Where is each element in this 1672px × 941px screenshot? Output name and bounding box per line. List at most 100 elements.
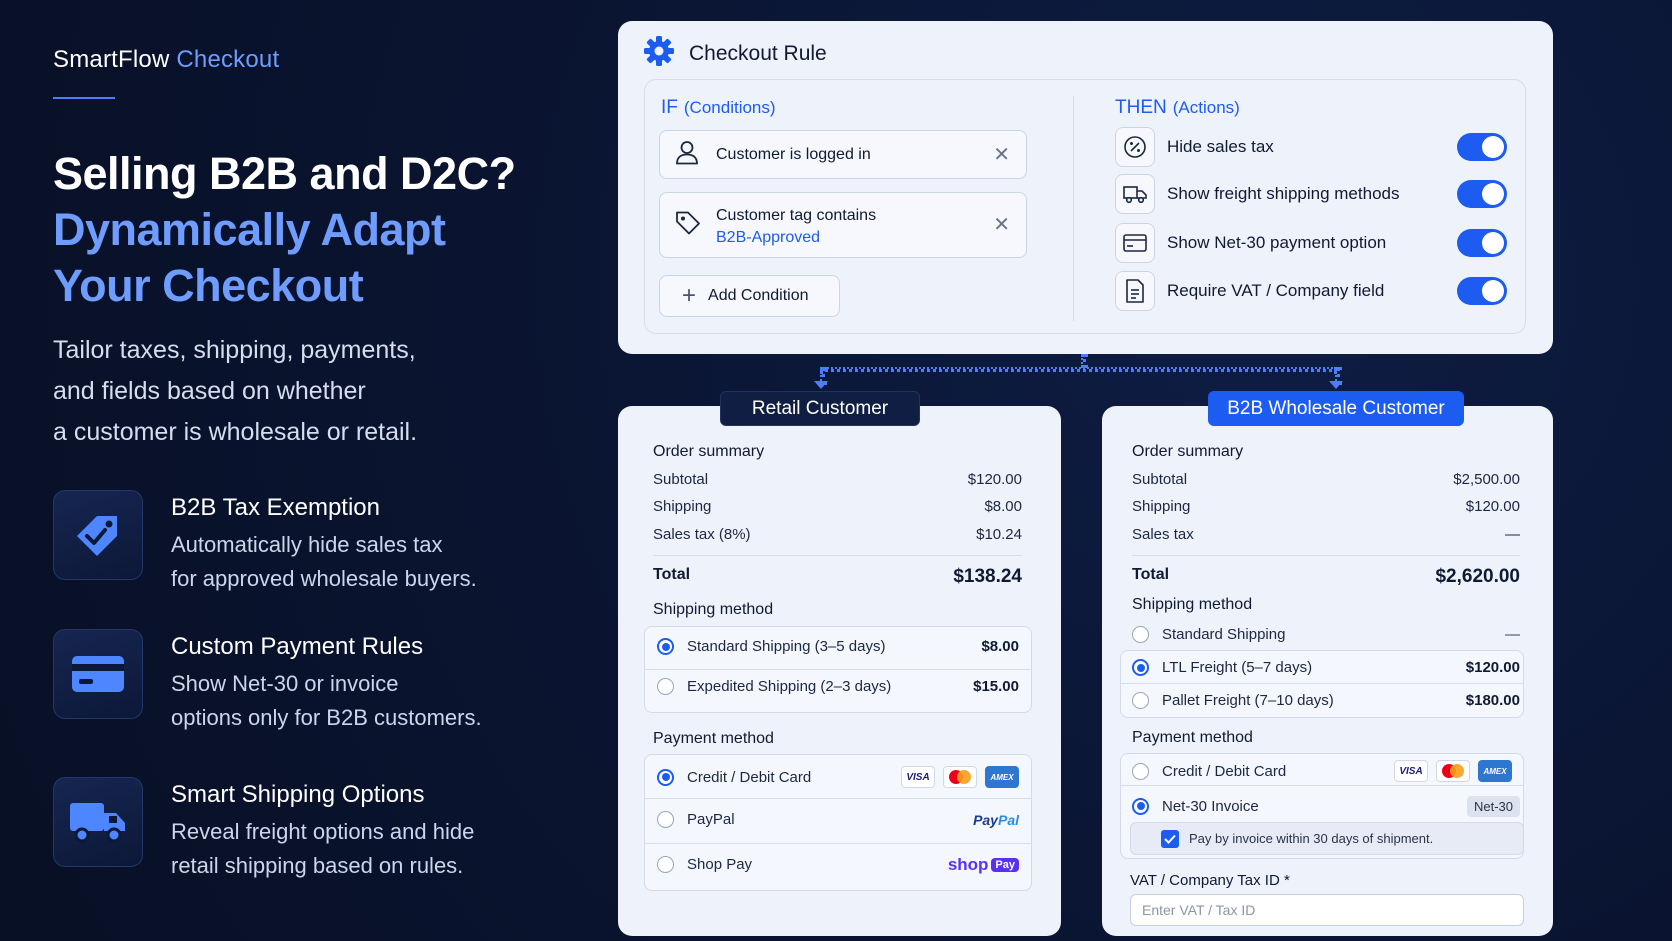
retail-customer-tab[interactable]: Retail Customer [720, 391, 920, 426]
paypal-logo-icon: PayPal [973, 812, 1019, 828]
radio-button[interactable] [657, 638, 674, 655]
column-divider [1073, 96, 1074, 321]
radio-button[interactable] [1132, 762, 1149, 780]
invoice-terms-checkbox[interactable]: Pay by invoice within 30 days of shipmen… [1130, 822, 1524, 855]
mastercard-icon [1436, 760, 1470, 782]
divider [1132, 555, 1520, 556]
b2b-checkout-card: Order summary Subtotal $2,500.00 Shipping… [1102, 406, 1553, 936]
tax-row: Sales tax (8%) $10.24 [653, 526, 1022, 543]
payment-method-heading: Payment method [1132, 729, 1253, 746]
subtitle-line-1: Tailor taxes, shipping, payments, [53, 336, 416, 364]
feature-desc: Automatically hide sales tax for approve… [171, 528, 501, 596]
checkmark-icon[interactable] [1161, 829, 1179, 848]
paypal-logo-text: Pay [973, 811, 998, 828]
then-label: THEN (Actions) [1115, 97, 1240, 119]
action-label: Show freight shipping methods [1167, 184, 1400, 203]
toggle-switch[interactable] [1457, 180, 1507, 208]
close-icon[interactable]: ✕ [993, 145, 1010, 165]
toggle-switch[interactable] [1457, 277, 1507, 305]
total-value: $138.24 [953, 566, 1022, 587]
row-value: $8.00 [984, 498, 1022, 515]
divider [653, 555, 1022, 556]
condition-tag[interactable]: Customer tag contains B2B-Approved ✕ [659, 192, 1027, 258]
truck-icon [53, 777, 143, 867]
row-value: $2,500.00 [1453, 471, 1520, 488]
divider [645, 798, 1031, 799]
divider [645, 669, 1031, 670]
radio-button[interactable] [1132, 626, 1149, 643]
shipping-option-standard[interactable]: Standard Shipping — [1132, 626, 1520, 643]
net30-badge: Net-30 [1466, 795, 1520, 817]
radio-button[interactable] [1132, 797, 1149, 815]
action-label: Require VAT / Company field [1167, 281, 1385, 300]
row-value: $120.00 [967, 471, 1022, 488]
card-logos: VISA AMEX [1394, 760, 1512, 782]
checkout-rule-card: Checkout Rule IF (Conditions) Customer is… [618, 21, 1553, 354]
feature-desc-line: Automatically hide sales tax [171, 532, 443, 557]
brand-name: SmartFlow [53, 46, 170, 73]
payment-option-card[interactable]: Credit / Debit Card VISA AMEX [657, 766, 1019, 788]
rule-body: IF (Conditions) Customer is logged in ✕ C… [644, 79, 1526, 334]
option-label: Pallet Freight (7–10 days) [1162, 692, 1334, 709]
payment-method-heading: Payment method [653, 730, 774, 747]
shipping-option-expedited[interactable]: Expedited Shipping (2–3 days) $15.00 [657, 678, 1019, 695]
payment-option-shoppay[interactable]: Shop Pay shop Pay [657, 855, 1019, 875]
radio-button[interactable] [1132, 659, 1149, 676]
close-icon[interactable]: ✕ [993, 215, 1010, 235]
toggle-switch[interactable] [1457, 133, 1507, 161]
shipping-option-standard[interactable]: Standard Shipping (3–5 days) $8.00 [657, 638, 1019, 655]
if-keyword: IF [661, 97, 678, 118]
paypal-logo-text: Pal [997, 811, 1019, 828]
amex-icon: AMEX [1478, 760, 1512, 782]
total-row: Total $2,620.00 [1132, 566, 1520, 588]
option-label: Credit / Debit Card [687, 768, 812, 786]
tax-row: Sales tax — [1132, 526, 1520, 543]
radio-button[interactable] [657, 678, 674, 695]
b2b-customer-tab[interactable]: B2B Wholesale Customer [1208, 391, 1464, 426]
rule-title: Checkout Rule [689, 41, 827, 65]
radio-button[interactable] [657, 768, 674, 786]
brand-underline [53, 97, 115, 99]
order-summary-heading: Order summary [1132, 443, 1244, 460]
action-show-freight: Show freight shipping methods [1115, 174, 1507, 214]
shipping-row: Shipping $120.00 [1132, 498, 1520, 515]
gear-icon [643, 35, 675, 72]
shoppay-logo-icon: shop Pay [948, 855, 1019, 875]
option-price: $120.00 [1465, 659, 1520, 676]
option-price: $15.00 [973, 678, 1019, 695]
document-icon [1115, 271, 1155, 311]
payment-option-net30[interactable]: Net-30 Invoice Net-30 [1132, 795, 1520, 817]
mastercard-icon [943, 766, 977, 788]
feature-desc-line: retail shipping based on rules. [171, 853, 464, 878]
brand-logo: SmartFlow Checkout [53, 46, 279, 74]
visa-icon: VISA [901, 766, 935, 788]
option-label: Standard Shipping [1162, 626, 1286, 643]
payment-option-card[interactable]: Credit / Debit Card VISA AMEX [1132, 760, 1512, 782]
vat-input[interactable]: Enter VAT / Tax ID [1130, 894, 1524, 926]
shipping-option-ltl[interactable]: LTL Freight (5–7 days) $120.00 [1132, 659, 1520, 676]
action-hide-sales-tax: Hide sales tax [1115, 127, 1507, 167]
row-label: Subtotal [1132, 471, 1188, 488]
if-sub: (Conditions) [683, 98, 776, 117]
option-label: Net-30 Invoice [1162, 797, 1259, 815]
radio-button[interactable] [1132, 692, 1149, 709]
invoice-note-text: Pay by invoice within 30 days of shipmen… [1189, 831, 1434, 846]
radio-button[interactable] [657, 856, 674, 873]
toggle-switch[interactable] [1457, 229, 1507, 257]
radio-button[interactable] [657, 811, 674, 828]
shipping-option-pallet[interactable]: Pallet Freight (7–10 days) $180.00 [1132, 692, 1520, 709]
feature-title: B2B Tax Exemption [171, 494, 381, 521]
row-value: $10.24 [976, 526, 1022, 543]
condition-logged-in[interactable]: Customer is logged in ✕ [659, 130, 1027, 179]
total-label: Total [653, 566, 691, 583]
subtotal-row: Subtotal $120.00 [653, 471, 1022, 488]
shipping-method-heading: Shipping method [653, 601, 774, 618]
add-condition-button[interactable]: + Add Condition [659, 275, 840, 317]
row-label: Subtotal [653, 471, 709, 488]
row-label: Shipping [1132, 498, 1191, 515]
action-label: Show Net-30 payment option [1167, 233, 1387, 252]
feature-desc: Show Net-30 or invoice options only for … [171, 667, 501, 735]
payment-option-paypal[interactable]: PayPal PayPal [657, 811, 1019, 828]
total-label: Total [1132, 566, 1170, 583]
hero-line-3: Your Checkout [53, 260, 364, 311]
